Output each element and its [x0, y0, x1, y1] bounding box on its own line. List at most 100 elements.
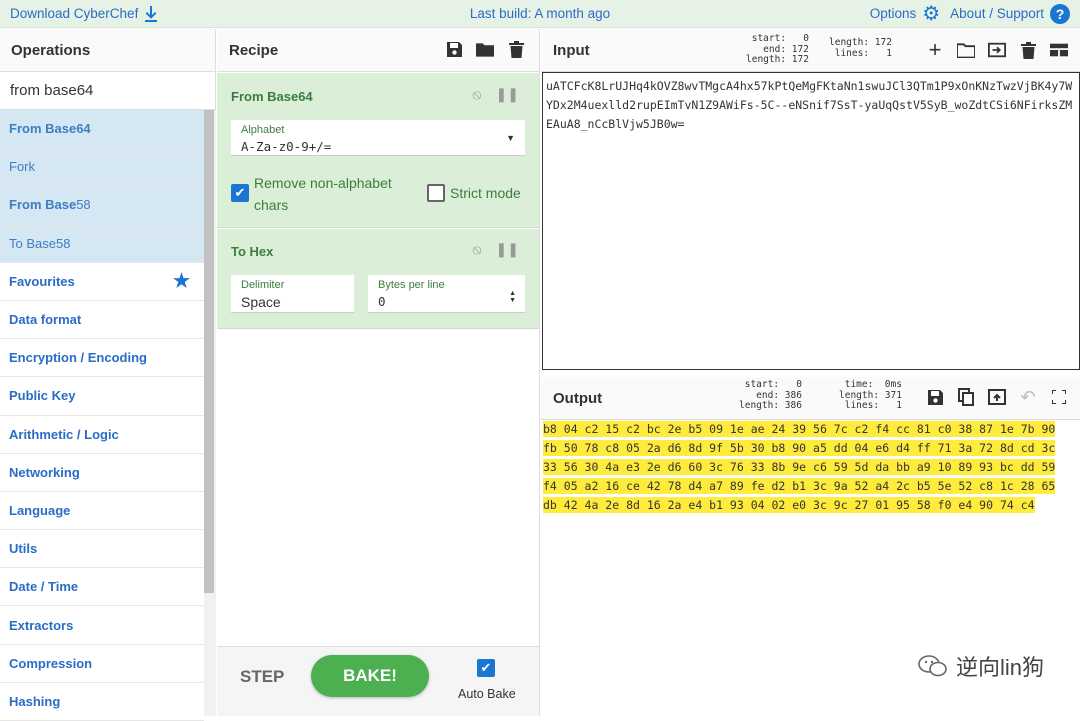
about-label: About / Support — [950, 6, 1044, 21]
remove-label-line2: chars — [254, 197, 289, 213]
save-recipe-icon[interactable] — [445, 40, 463, 58]
recipe-title: Recipe — [229, 41, 279, 59]
step-button[interactable]: STEP — [240, 667, 284, 687]
input-stats-length: length: 172 lines: 1 — [829, 37, 892, 59]
category-extractors[interactable]: Extractors — [0, 606, 204, 645]
breakpoint-pause-icon[interactable]: ❚❚ — [496, 241, 519, 258]
output-line-text: f4 05 a2 16 ce 42 78 d4 a7 89 fe d2 b1 3… — [543, 478, 1056, 494]
operations-scrollbar-thumb[interactable] — [204, 110, 214, 593]
output-header: Output start: 0 end: 386 length: 386 tim… — [541, 377, 1080, 420]
input-header: Input start: 0 end: 172 length: 172 leng… — [541, 29, 1080, 72]
search-result-from-base64[interactable]: From Base64 — [0, 110, 204, 149]
wechat-icon — [918, 655, 947, 677]
category-hashing[interactable]: Hashing — [0, 682, 204, 721]
output-title: Output — [553, 390, 603, 407]
bytes-per-line-input[interactable]: Bytes per line 0 ▲ ▼ — [368, 275, 525, 313]
about-support-link[interactable]: About / Support ? — [950, 3, 1070, 24]
alphabet-select[interactable]: Alphabet A-Za-z0-9+/= ▼ — [231, 120, 525, 156]
operations-list: From Base64 Fork From Base 58 To Base58 F… — [0, 110, 204, 721]
output-line: b8 04 c2 15 c2 bc 2e b5 09 1e ae 24 39 5… — [543, 420, 1079, 439]
output-line: fb 50 78 c8 05 2a d6 8d 9f 5b 30 b8 90 a… — [543, 439, 1079, 458]
delimiter-label: Delimiter — [241, 279, 285, 291]
category-label: Language — [9, 502, 71, 518]
copy-output-icon[interactable] — [957, 388, 975, 406]
output-stats-length: time: 0ms length: 371 lines: 1 — [839, 379, 902, 411]
recipe-op-to-hex[interactable]: To Hex ⦸ ❚❚ Delimiter Space Bytes per li… — [217, 229, 539, 329]
result-bold: From Base — [9, 197, 77, 213]
category-language[interactable]: Language — [0, 491, 204, 531]
input-title: Input — [553, 42, 590, 59]
category-compression[interactable]: Compression — [0, 644, 204, 683]
open-folder-icon[interactable] — [957, 41, 975, 59]
search-result-to-base58[interactable]: To Base58 — [0, 224, 204, 263]
result-bold: From Base64 — [9, 121, 91, 137]
save-output-icon[interactable] — [926, 388, 944, 406]
category-label: Arithmetic / Logic — [9, 426, 119, 442]
spinner-icon[interactable]: ▲ ▼ — [509, 290, 516, 304]
input-textarea[interactable]: uATCFcK8LrUJHq4kOVZ8wvTMgcA4hx57kPtQeMgF… — [542, 72, 1080, 370]
op-title: From Base64 — [231, 89, 313, 104]
recipe-footer: STEP BAKE! ✔ Auto Bake — [217, 646, 539, 716]
add-tab-plus-icon[interactable]: + — [926, 37, 944, 62]
open-file-icon[interactable] — [988, 41, 1006, 59]
category-label: Date / Time — [9, 579, 79, 595]
download-link[interactable]: Download CyberChef — [10, 5, 158, 22]
disable-icon[interactable]: ⦸ — [472, 86, 481, 103]
remove-non-alphabet-checkbox[interactable]: ✔ — [231, 184, 249, 202]
options-link[interactable]: Options ⚙ — [870, 4, 940, 24]
search-result-from-base58[interactable]: From Base 58 — [0, 186, 204, 225]
recipe-op-from-base64[interactable]: From Base64 ⦸ ❚❚ Alphabet A-Za-z0-9+/= ▼… — [217, 73, 539, 228]
recipe-header: Recipe — [217, 29, 539, 72]
category-utils[interactable]: Utils — [0, 530, 204, 569]
bytes-per-line-value: 0 — [378, 294, 386, 309]
category-label: Hashing — [9, 693, 61, 709]
result-text: Fork — [9, 159, 35, 175]
output-line-text: 33 56 30 4a e3 2e d6 60 3c 76 33 8b 9e c… — [543, 459, 1056, 475]
strict-mode-checkbox[interactable] — [427, 184, 445, 202]
auto-bake-checkbox[interactable]: ✔ — [477, 659, 495, 677]
operations-search-input[interactable]: from base64 — [0, 72, 215, 110]
category-label: Extractors — [9, 617, 74, 633]
remove-label-line1: Remove non-alphabet — [254, 175, 392, 191]
operations-title: Operations — [0, 29, 215, 72]
disable-icon[interactable]: ⦸ — [472, 241, 481, 258]
download-label: Download CyberChef — [10, 6, 139, 21]
replace-input-icon[interactable] — [988, 388, 1006, 406]
category-networking[interactable]: Networking — [0, 453, 204, 492]
star-icon: ★ — [172, 270, 190, 292]
auto-bake-label: Auto Bake — [458, 687, 516, 701]
reset-layout-icon[interactable] — [1050, 41, 1068, 59]
undo-icon[interactable]: ↶ — [1019, 387, 1037, 407]
category-label: Encryption / Encoding — [9, 350, 147, 366]
output-line-text: b8 04 c2 15 c2 bc 2e b5 09 1e ae 24 39 5… — [543, 421, 1056, 437]
category-label: Data format — [9, 312, 82, 328]
category-encryption-encoding[interactable]: Encryption / Encoding — [0, 339, 204, 378]
dropdown-caret-icon: ▼ — [506, 133, 515, 143]
watermark-text: 逆向lin狗 — [955, 655, 1044, 680]
delimiter-select[interactable]: Delimiter Space — [231, 275, 354, 313]
category-date-time[interactable]: Date / Time — [0, 568, 204, 607]
category-public-key[interactable]: Public Key — [0, 377, 204, 416]
category-data-format[interactable]: Data format — [0, 300, 204, 340]
watermark: 逆向lin狗 — [918, 650, 1044, 682]
load-recipe-folder-icon[interactable] — [476, 40, 494, 58]
clear-recipe-trash-icon[interactable] — [507, 40, 525, 58]
alphabet-label: Alphabet — [241, 124, 285, 136]
io-panel: Input start: 0 end: 172 length: 172 leng… — [541, 29, 1080, 716]
category-label: Networking — [9, 464, 80, 480]
output-line-text: db 42 4a 2e 8d 16 2a e4 b1 93 04 02 e0 3… — [543, 497, 1035, 513]
category-arithmetic-logic[interactable]: Arithmetic / Logic — [0, 415, 204, 454]
clear-input-trash-icon[interactable] — [1019, 41, 1037, 59]
result-rest: 58 — [76, 197, 91, 213]
download-icon — [145, 5, 158, 22]
category-favourites[interactable]: Favourites ★ — [0, 262, 204, 301]
top-banner: Download CyberChef Last build: A month a… — [0, 0, 1080, 28]
maximise-icon[interactable] — [1050, 388, 1068, 406]
category-label: Compression — [9, 655, 93, 671]
strict-mode-label: Strict mode — [450, 185, 521, 201]
search-result-fork[interactable]: Fork — [0, 148, 204, 187]
breakpoint-pause-icon[interactable]: ❚❚ — [496, 86, 519, 103]
input-stats-position: start: 0 end: 172 length: 172 — [746, 33, 809, 65]
bake-button[interactable]: BAKE! — [311, 655, 429, 697]
output-text[interactable]: b8 04 c2 15 c2 bc 2e b5 09 1e ae 24 39 5… — [543, 420, 1079, 515]
